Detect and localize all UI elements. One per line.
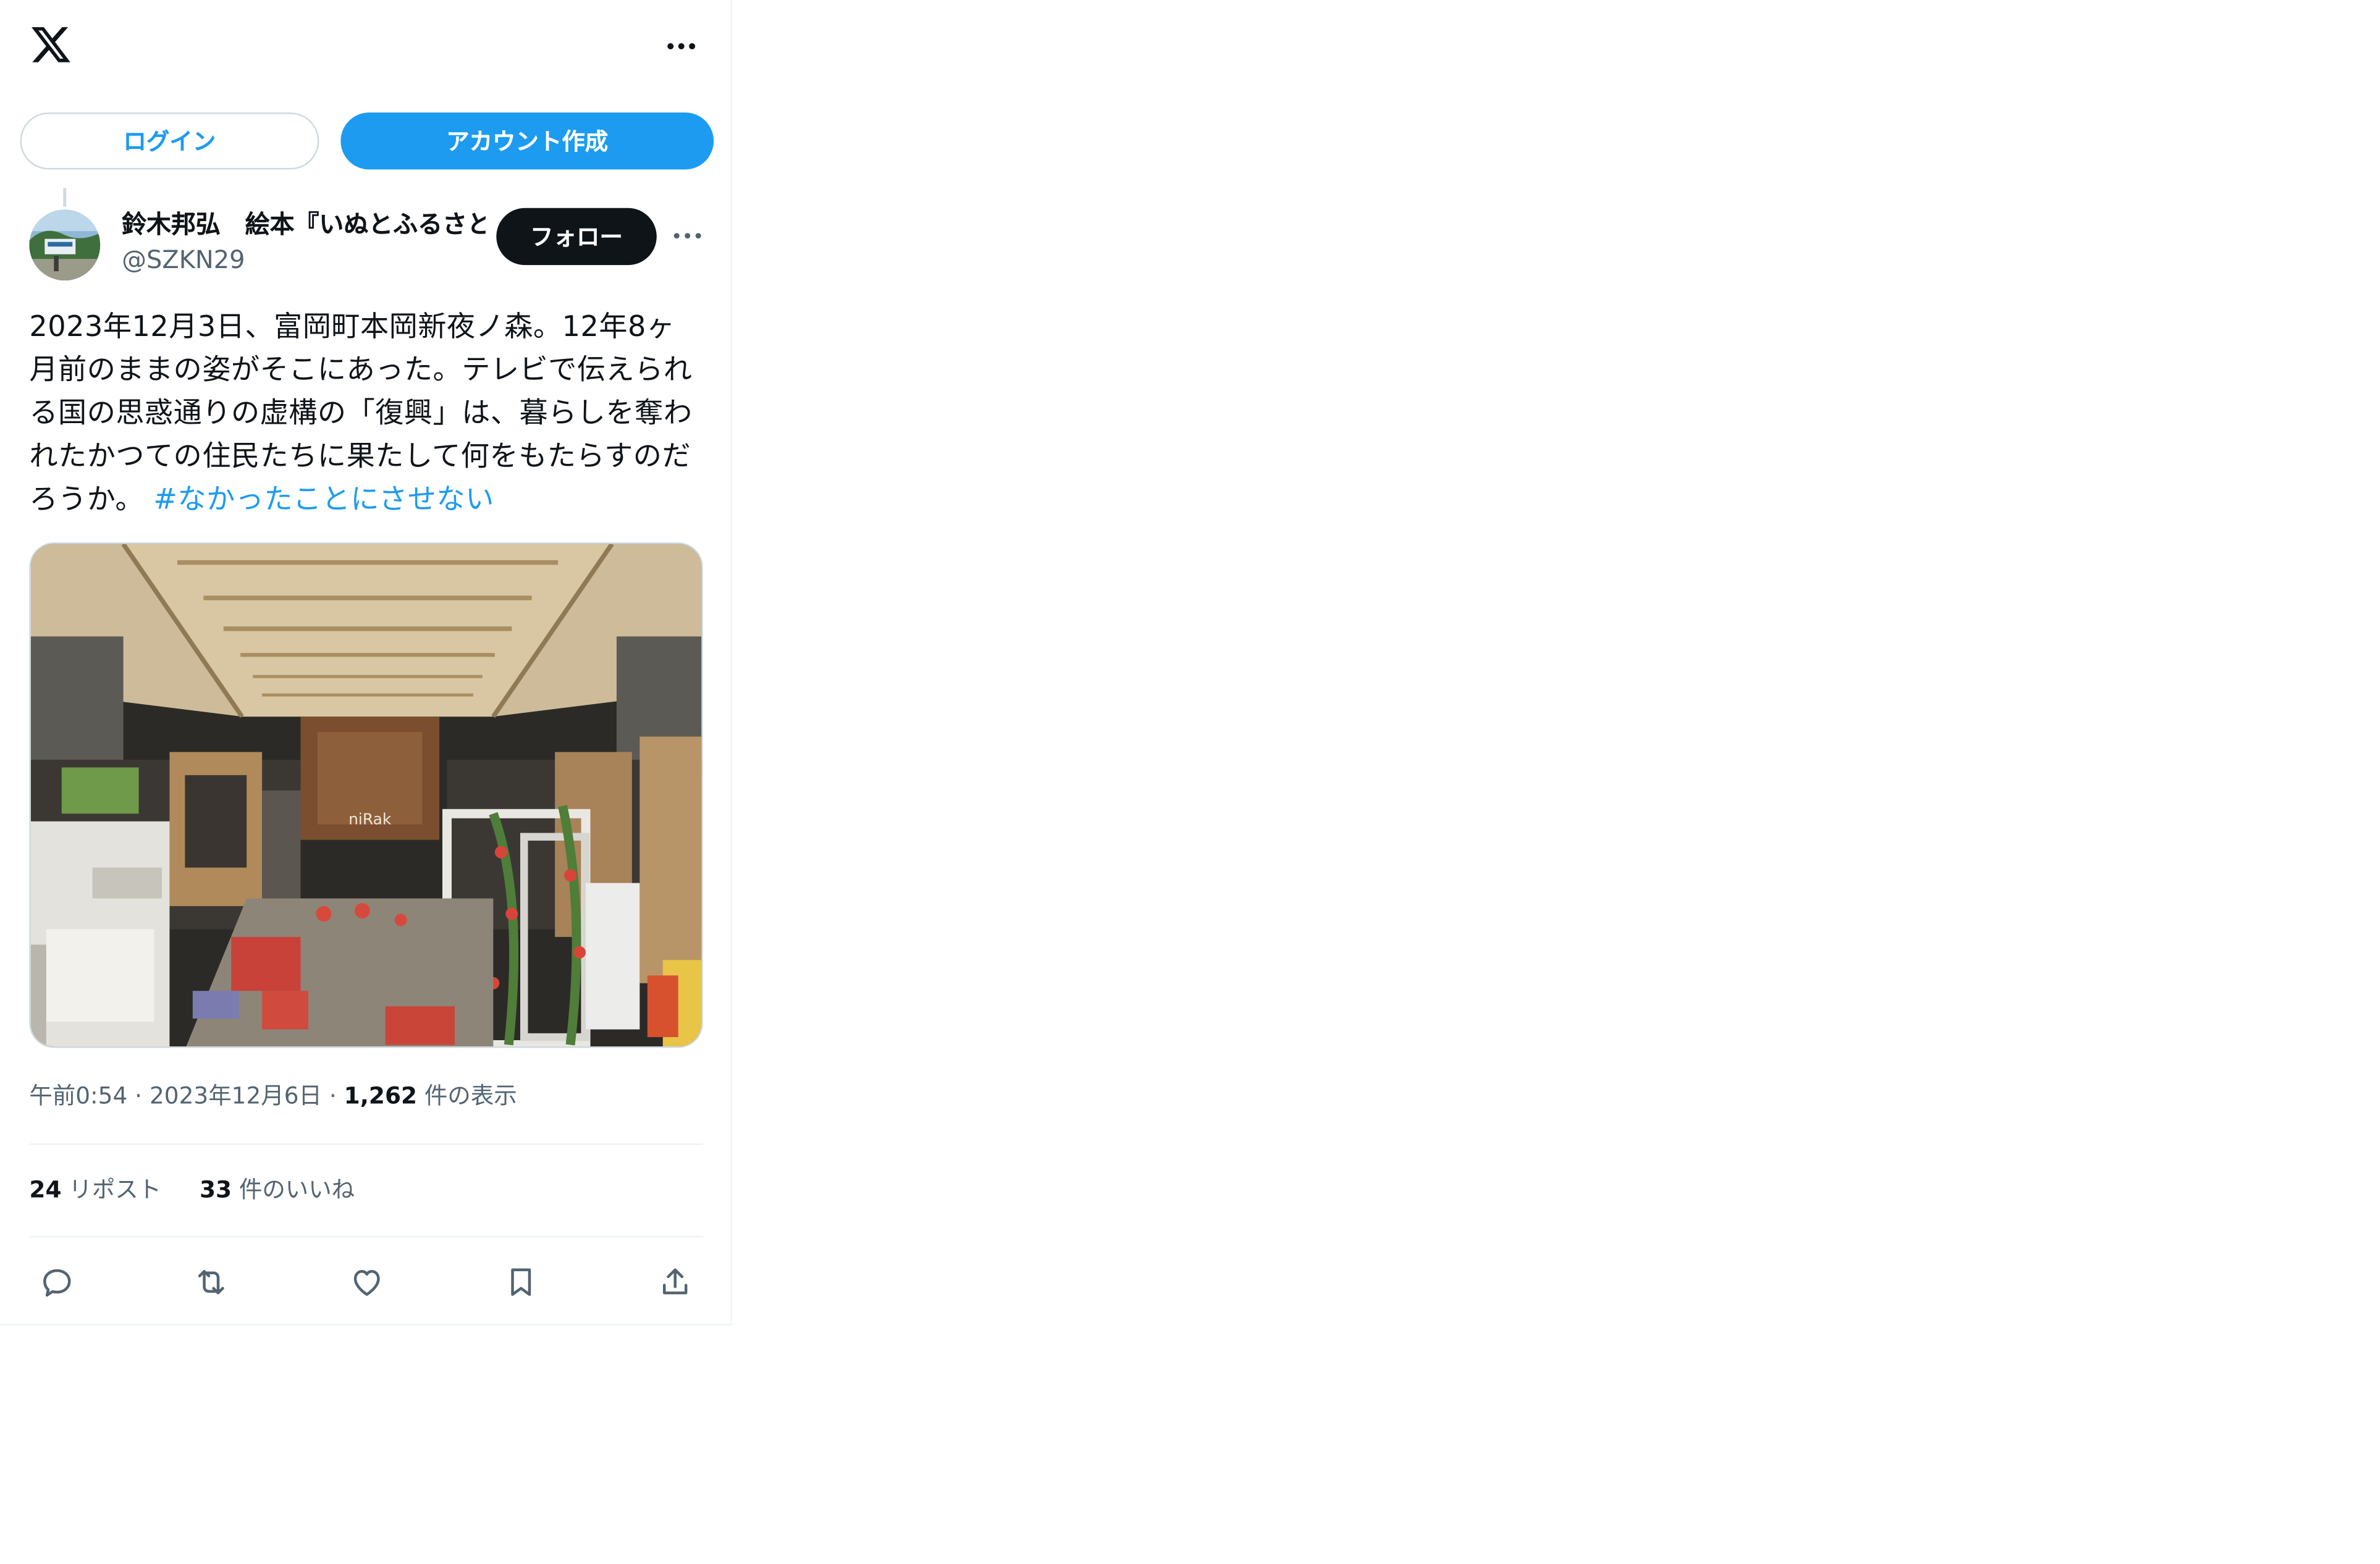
tweet-author: 鈴木邦弘 絵本『いぬとふるさと』 @SZKN29 [122, 208, 492, 277]
like-icon[interactable] [339, 1258, 395, 1307]
repost-stat[interactable]: 24 リポスト [29, 1171, 161, 1208]
like-label: 件のいいね [238, 1175, 355, 1204]
like-count: 33 [199, 1175, 232, 1204]
more-dots-icon[interactable] [660, 25, 703, 68]
repost-count: 24 [29, 1175, 62, 1204]
auth-buttons: ログイン アカウント作成 [20, 112, 714, 170]
tweet-meta: 午前0:54 · 2023年12月6日 · 1,262 件の表示 [29, 1082, 517, 1110]
views-label: 件の表示 [424, 1082, 517, 1110]
avatar[interactable] [29, 188, 103, 281]
create-account-button[interactable]: アカウント作成 [340, 112, 714, 170]
tweet-column: ログイン アカウント作成 鈴木邦弘 絵本『いぬとふるさと』 @SZKN29 フォ… [0, 0, 733, 1326]
like-stat[interactable]: 33 件のいいね [200, 1171, 355, 1208]
tweet-stats: 24 リポスト 33 件のいいね [29, 1171, 386, 1208]
tweet-more-icon[interactable] [670, 219, 704, 253]
bookmark-icon[interactable] [493, 1258, 549, 1307]
top-bar [0, 0, 732, 96]
share-icon[interactable] [648, 1258, 703, 1307]
tweet-text: 2023年12月3日、富岡町本岡新夜ノ森。12年8ヶ月前のままの姿がそこにあった… [29, 306, 701, 522]
hashtag-link[interactable]: #なかったことにさせない [153, 484, 494, 516]
divider [29, 1235, 703, 1238]
author-name[interactable]: 鈴木邦弘 絵本『いぬとふるさと』 [122, 208, 486, 242]
tweet-actions [29, 1258, 703, 1307]
login-button[interactable]: ログイン [20, 112, 319, 170]
author-handle[interactable]: @SZKN29 [122, 243, 492, 277]
tweet-photo[interactable]: niRak [29, 542, 703, 1048]
repost-label: リポスト [69, 1175, 162, 1204]
page-stage: ログイン アカウント作成 鈴木邦弘 絵本『いぬとふるさと』 @SZKN29 フォ… [0, 0, 2380, 1564]
views-count: 1,262 [344, 1082, 418, 1110]
tweet-date[interactable]: 2023年12月6日 [150, 1082, 322, 1109]
divider [29, 1143, 703, 1145]
x-logo-icon[interactable] [29, 23, 72, 66]
follow-button[interactable]: フォロー [496, 208, 657, 266]
tweet-time[interactable]: 午前0:54 [29, 1082, 127, 1109]
repost-icon[interactable] [184, 1258, 239, 1307]
reply-icon[interactable] [29, 1258, 85, 1307]
media-sign-text: niRak [348, 810, 392, 828]
